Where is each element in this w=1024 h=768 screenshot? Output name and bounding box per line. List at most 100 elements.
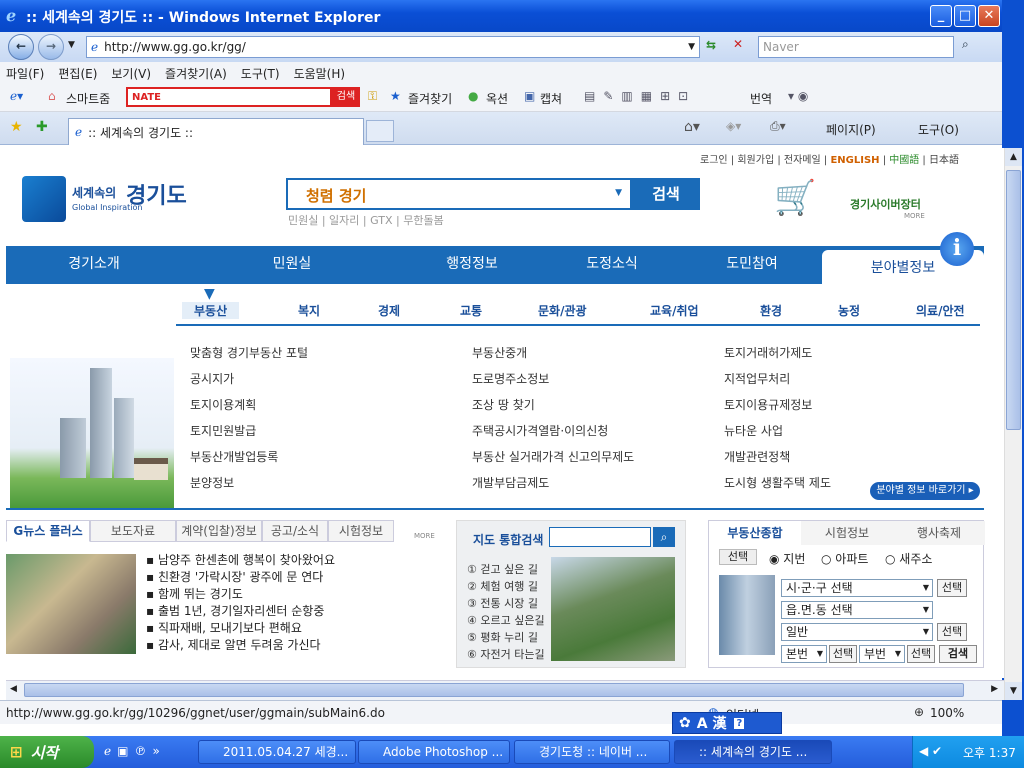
history-dropdown-icon[interactable]: ▼ xyxy=(68,40,75,50)
tab-active[interactable]: ℯ :: 세계속의 경기도 :: xyxy=(68,118,364,145)
list-item[interactable]: 조상 땅 찾기 xyxy=(472,396,535,413)
subnav-agriculture[interactable]: 농정 xyxy=(838,302,860,319)
tray-icons[interactable]: ◀ ✔ xyxy=(919,744,942,758)
nav-participation[interactable]: 도민참여 xyxy=(682,246,822,284)
close-button[interactable]: ✕ xyxy=(978,5,1000,27)
re-sub-select-button[interactable]: 선택 xyxy=(907,645,935,663)
re-select-town[interactable]: 읍.면.동 선택 ▼ xyxy=(781,601,933,619)
list-item[interactable]: ⑥ 자전거 타는길 xyxy=(467,646,545,663)
list-item[interactable]: 토지민원발급 xyxy=(190,422,256,439)
list-item[interactable]: 토지이용계획 xyxy=(190,396,256,413)
search-icon[interactable]: ⌕ xyxy=(962,37,969,52)
ime-bar[interactable]: ✿ A 漢 ? xyxy=(672,712,782,734)
menu-file[interactable]: 파일(F) xyxy=(6,65,44,82)
hscroll-thumb[interactable] xyxy=(24,683,964,697)
radio-lot[interactable]: ◉ 지번 xyxy=(769,550,805,567)
news-tab-exam[interactable]: 시험정보 xyxy=(328,520,394,542)
re-main-select-button[interactable]: 선택 xyxy=(829,645,857,663)
scroll-thumb[interactable] xyxy=(1006,170,1021,430)
toolbar-options-icon[interactable]: ▾ ◉ xyxy=(788,89,808,103)
cyber-more-link[interactable]: MORE xyxy=(904,212,925,220)
list-item[interactable]: 부동산개발업등록 xyxy=(190,448,278,465)
list-item[interactable]: ③ 전통 시장 길 xyxy=(467,595,545,612)
news-tab-notice[interactable]: 공고/소식 xyxy=(262,520,328,542)
list-item[interactable]: 부동산중개 xyxy=(472,344,527,361)
task-gg-site[interactable]: :: 세계속의 경기도 ... xyxy=(674,740,832,764)
search-tags[interactable]: 민원실 | 일자리 | GTX | 무한돌봄 xyxy=(288,212,444,228)
cyber-market-link[interactable]: 경기사이버장터 xyxy=(850,196,921,212)
news-tab-press[interactable]: 보도자료 xyxy=(90,520,176,542)
nate-search-box[interactable]: NATE xyxy=(126,87,332,107)
menu-favorites[interactable]: 즐겨찾기(A) xyxy=(165,65,227,82)
scroll-left-icon[interactable]: ◀ xyxy=(10,684,17,694)
news-more-link[interactable]: MORE xyxy=(414,532,435,540)
list-item[interactable]: 주택공시가격열람·이의신청 xyxy=(472,422,608,439)
list-item[interactable]: ▪ 친환경 '가락시장' 광주에 문 연다 xyxy=(146,569,446,586)
clock[interactable]: 오후 1:37 xyxy=(963,744,1016,761)
address-bar[interactable]: ℯ http://www.gg.go.kr/gg/ ▼ xyxy=(86,36,700,58)
tools-menu[interactable]: 도구(O) xyxy=(918,121,959,138)
task-naver[interactable]: 경기도청 :: 네이버 ... xyxy=(514,740,670,764)
list-item[interactable]: 토지이용규제정보 xyxy=(724,396,812,413)
site-search-input[interactable]: 청렴 경기 ▼ xyxy=(286,178,632,210)
nav-intro[interactable]: 경기소개 xyxy=(6,246,182,284)
list-item[interactable]: ▪ 함께 뛰는 경기도 xyxy=(146,586,446,603)
subnav-welfare[interactable]: 복지 xyxy=(298,302,320,319)
horizontal-scrollbar[interactable]: ◀ ▶ xyxy=(6,680,1004,700)
nav-admin[interactable]: 행정정보 xyxy=(402,246,542,284)
translate-link[interactable]: 번역 xyxy=(750,90,772,107)
list-item[interactable]: ⑤ 평화 누리 길 xyxy=(467,629,545,646)
refresh-icon[interactable]: ⇆ xyxy=(706,38,716,52)
menu-view[interactable]: 보기(V) xyxy=(111,65,151,82)
chinese-link[interactable]: 中國語 xyxy=(889,155,919,166)
login-link[interactable]: 로그인 xyxy=(700,155,728,166)
list-item[interactable]: 지적업무처리 xyxy=(724,370,790,387)
subnav-realestate[interactable]: 부동산 xyxy=(182,302,240,319)
subnav-culture[interactable]: 문화/관광 xyxy=(538,302,587,319)
ime-mode[interactable]: A 漢 xyxy=(697,713,727,733)
re-main-number[interactable]: 본번 ▼ xyxy=(781,645,827,663)
radio-apartment[interactable]: ○ 아파트 xyxy=(821,550,868,567)
news-tab-contract[interactable]: 계약(입찰)정보 xyxy=(176,520,262,542)
address-dropdown-icon[interactable]: ▼ xyxy=(688,37,695,57)
favorites-center-icon[interactable]: ★ xyxy=(10,119,23,135)
favorites-link[interactable]: 즐겨찾기 xyxy=(408,90,452,107)
field-shortcut-button[interactable]: 분야별 정보 바로가기 ▸ xyxy=(870,482,980,500)
nate-search-button[interactable]: 검색 xyxy=(332,87,360,107)
quicklaunch-icons[interactable]: ℯ▣℗» xyxy=(104,744,166,758)
key-icon[interactable]: ⚿ xyxy=(368,89,377,104)
re-select-type[interactable]: 일반 ▼ xyxy=(781,623,933,641)
list-item[interactable]: 공시지가 xyxy=(190,370,234,387)
start-button[interactable]: ⊞ 시작 xyxy=(0,736,94,768)
task-photoshop[interactable]: Adobe Photoshop ... xyxy=(358,740,510,764)
list-item[interactable]: 부동산 실거래가격 신고의무제도 xyxy=(472,448,634,465)
subnav-environment[interactable]: 환경 xyxy=(760,302,782,319)
scroll-right-icon[interactable]: ▶ xyxy=(991,684,998,694)
forward-button[interactable]: → xyxy=(38,34,64,60)
join-link[interactable]: 회원가입 xyxy=(737,155,774,166)
nav-news[interactable]: 도정소식 xyxy=(542,246,682,284)
cart-icon[interactable]: 🛒 xyxy=(774,178,816,218)
list-item[interactable]: 분양정보 xyxy=(190,474,234,491)
ie-toolbar-icon[interactable]: ℯ▾ xyxy=(10,89,23,103)
news-tab-gnews[interactable]: G뉴스 플러스 xyxy=(6,520,90,542)
nav-civil[interactable]: 민원실 xyxy=(182,246,402,284)
maximize-button[interactable]: □ xyxy=(954,5,976,27)
list-item[interactable]: ▪ 직파재배, 모내기보다 편해요 xyxy=(146,620,446,637)
list-item[interactable]: ④ 오르고 싶은길 xyxy=(467,612,545,629)
scroll-up-icon[interactable]: ▲ xyxy=(1005,148,1022,166)
add-favorite-icon[interactable]: ✚ xyxy=(36,119,48,135)
subnav-medical[interactable]: 의료/안전 xyxy=(916,302,965,319)
vertical-scrollbar[interactable]: ▲ ▼ xyxy=(1004,148,1022,700)
scroll-down-icon[interactable]: ▼ xyxy=(1005,682,1022,700)
re-tab-general[interactable]: 부동산종합 xyxy=(709,521,801,545)
menu-edit[interactable]: 편집(E) xyxy=(58,65,97,82)
site-logo[interactable]: 세계속의 경기도 Global Inspiration xyxy=(22,176,202,224)
minimize-button[interactable]: _ xyxy=(930,5,952,27)
menu-tools[interactable]: 도구(T) xyxy=(241,65,280,82)
list-item[interactable]: ▪ 감사, 제대로 알면 두려움 가신다 xyxy=(146,637,446,654)
capture-link[interactable]: 캡쳐 xyxy=(540,90,562,107)
list-item[interactable]: 개발관련정책 xyxy=(724,448,790,465)
smartzoom-link[interactable]: 스마트줌 xyxy=(66,90,110,107)
auction-link[interactable]: 옥션 xyxy=(486,90,508,107)
